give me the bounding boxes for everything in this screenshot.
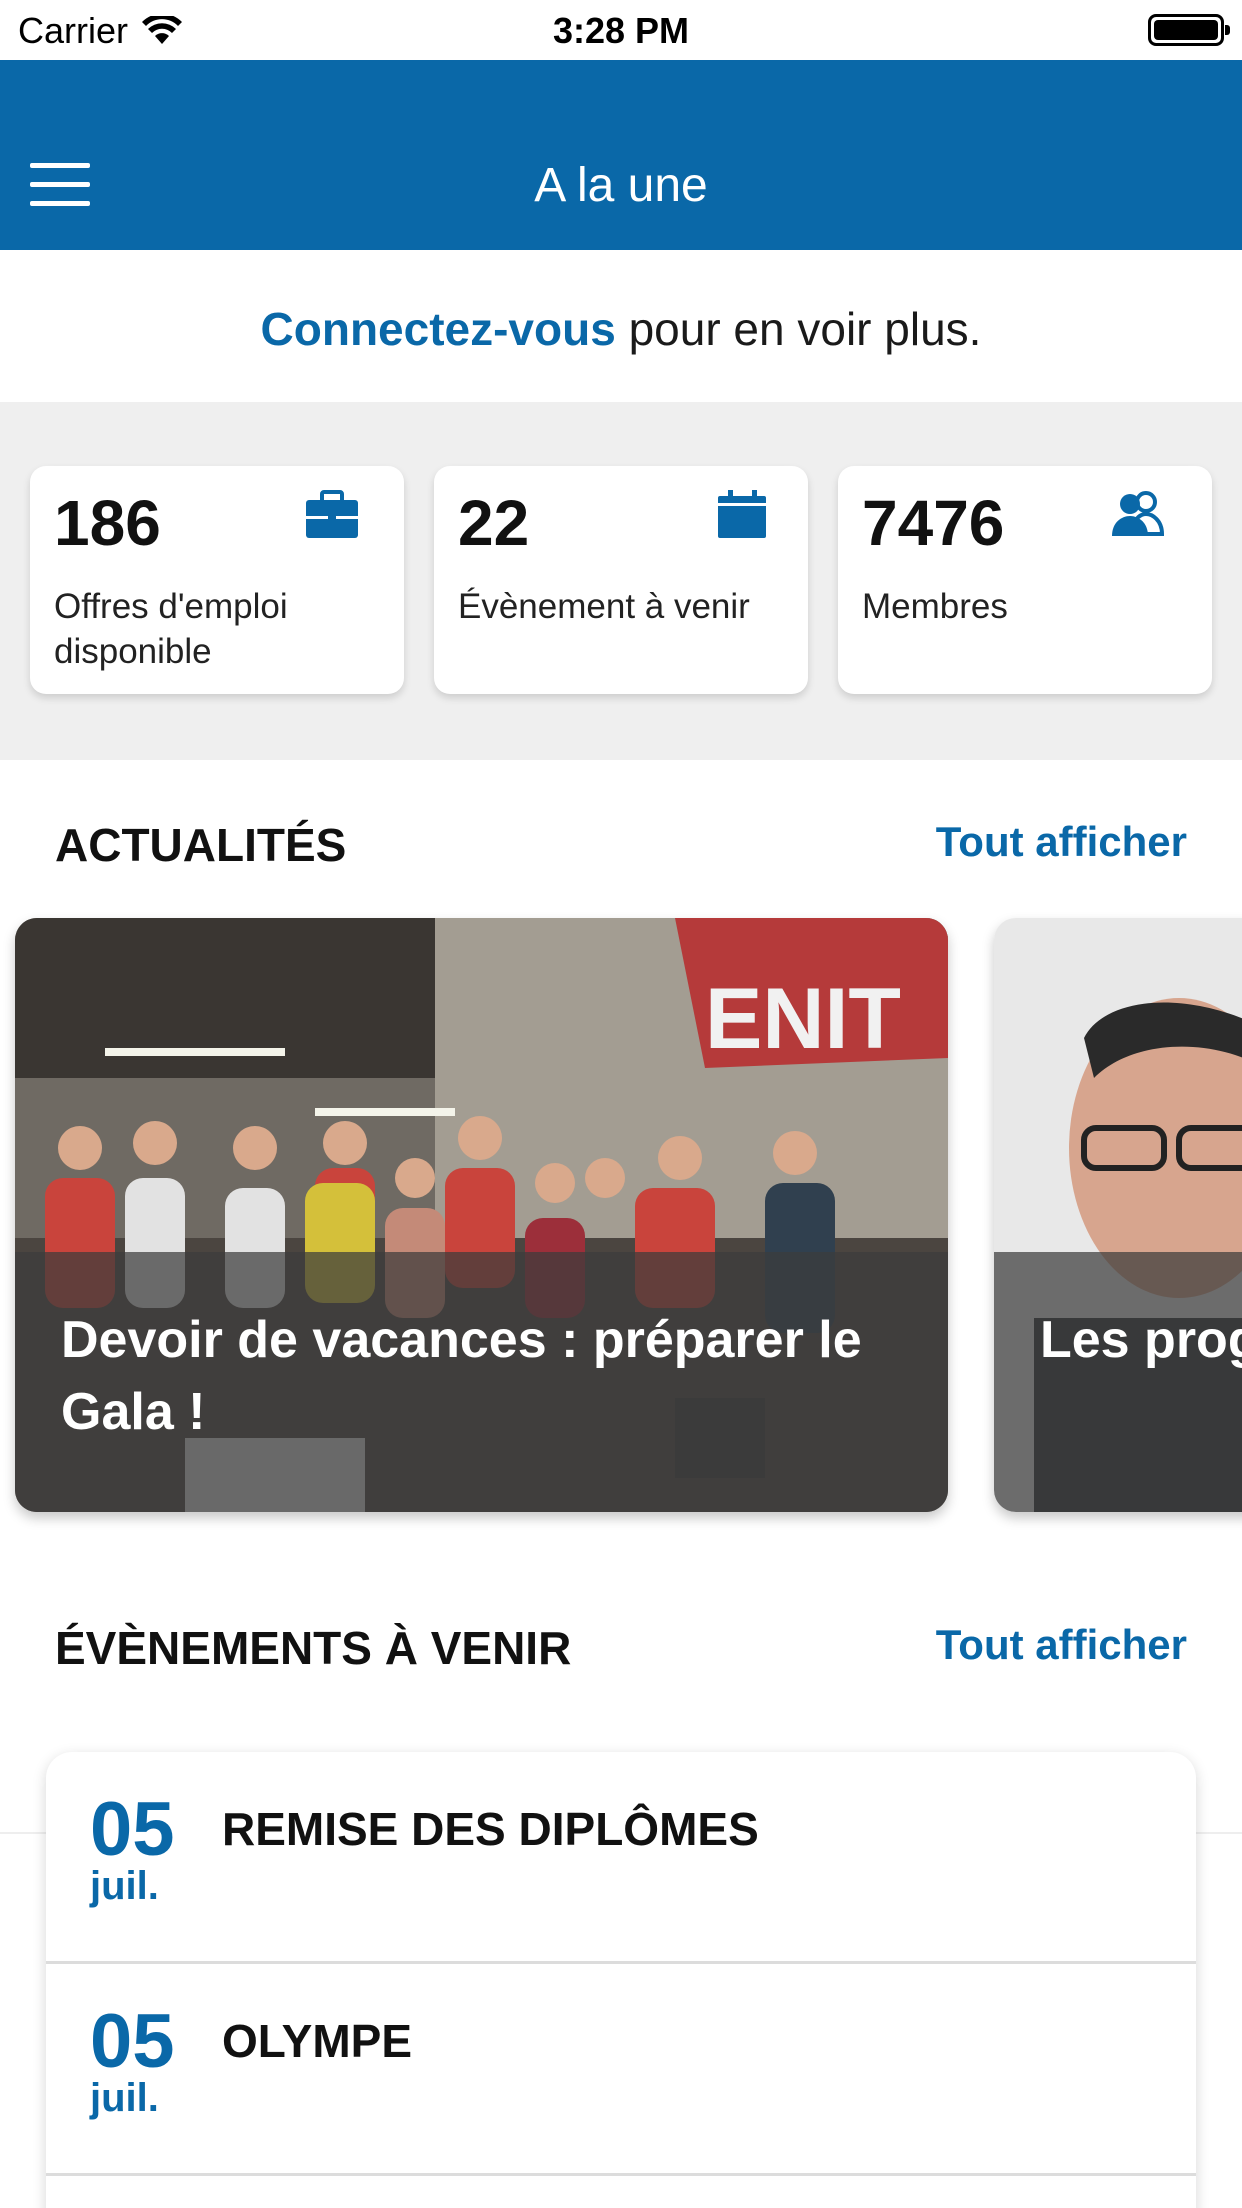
news-title: Les prog au poste: [1040, 1311, 1242, 1369]
event-day: 05: [90, 1999, 175, 2084]
stat-value: 7476: [862, 487, 1005, 559]
news-photo-sign: ENIT: [705, 971, 901, 1067]
news-card[interactable]: ENIT Devoir de vacances: préparer le Ga…: [15, 918, 948, 1512]
calendar-icon: [718, 490, 766, 538]
news-view-all-link[interactable]: Tout afficher: [936, 818, 1187, 866]
events-view-all-link[interactable]: Tout afficher: [936, 1621, 1187, 1669]
stats-section: 186 Offres d'emploi disponible 22 Évènem…: [0, 402, 1242, 760]
top-navbar: A la une: [0, 60, 1242, 250]
connect-link[interactable]: Connectez-vous: [261, 303, 616, 355]
status-bar: Carrier 3:28 PM: [0, 0, 1242, 60]
battery-icon: [1148, 14, 1230, 46]
connect-banner-text: pour en voir plus.: [615, 303, 982, 355]
news-title: Devoir de vacances : préparer le Gala !: [61, 1311, 862, 1441]
page-title: A la une: [534, 159, 708, 212]
events-section-header: ÉVÈNEMENTS À VENIR Tout afficher: [0, 1621, 1242, 1701]
events-list: 05 juil. REMISE DES DIPLÔMES 05 juil. OL…: [46, 1752, 1196, 2208]
stat-label: Offres d'emploi disponible: [54, 587, 288, 671]
connect-banner: Connectez-vous pour en voir plus.: [0, 250, 1242, 402]
status-time: 3:28 PM: [552, 10, 690, 51]
users-icon: [1112, 491, 1165, 536]
events-section-title: ÉVÈNEMENTS À VENIR: [55, 1622, 572, 1674]
stat-label: Membres: [862, 587, 1008, 626]
event-title: REMISE DES DIPLÔMES: [222, 1803, 759, 1855]
event-title: OLYMPE: [222, 2015, 413, 2067]
event-month: juil.: [90, 2076, 159, 2120]
stat-label: Évènement à venir: [458, 587, 750, 626]
event-row[interactable]: 05 juil. OLYMPE: [46, 1964, 1196, 2176]
stat-card-events[interactable]: 22 Évènement à venir: [434, 466, 808, 694]
stat-card-members[interactable]: 7476 Membres: [838, 466, 1212, 694]
stat-value: 22: [458, 487, 530, 559]
event-month: juil.: [90, 1864, 159, 1908]
news-section-header: ACTUALITÉS Tout afficher: [0, 818, 1242, 898]
news-card[interactable]: Les prog au poste: [994, 918, 1242, 1512]
stat-value: 186: [54, 487, 161, 559]
news-section-title: ACTUALITÉS: [55, 819, 347, 871]
stat-card-jobs[interactable]: 186 Offres d'emploi disponible: [30, 466, 404, 694]
event-row[interactable]: 05 juil. REMISE DES DIPLÔMES: [46, 1752, 1196, 1964]
event-day: 05: [90, 1787, 175, 1872]
news-title-overlay: [994, 1252, 1242, 1512]
briefcase-icon: [306, 490, 358, 538]
